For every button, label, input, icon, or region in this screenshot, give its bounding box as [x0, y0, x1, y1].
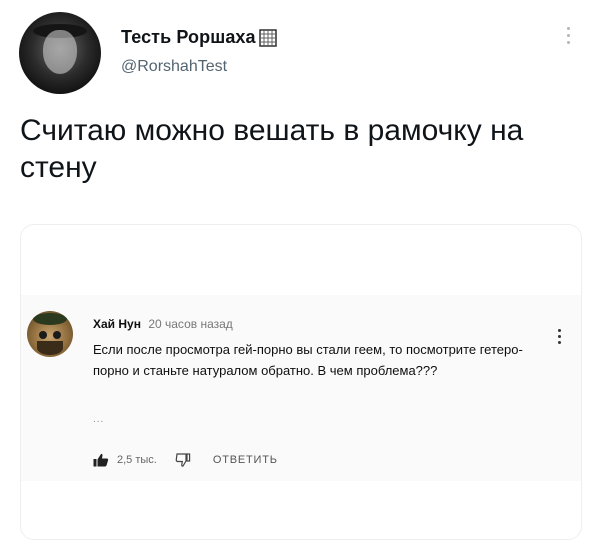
- more-icon[interactable]: [565, 27, 571, 47]
- comment-text: Если после просмотра гей-порно вы стали …: [93, 342, 523, 378]
- author-avatar[interactable]: [19, 12, 101, 94]
- reply-button: ОТВЕТИТЬ: [212, 454, 278, 466]
- commenter-avatar: [27, 311, 73, 357]
- commenter-hat-shape: [33, 313, 67, 325]
- embed-bottom-band: [21, 481, 581, 539]
- comment-time: 20 часов назад: [148, 317, 233, 331]
- thumbs-up-icon: [93, 453, 109, 467]
- comment-more-icon: [557, 329, 561, 345]
- author-name-text: Тесть Роршаха: [121, 27, 256, 47]
- tweet-text: Считаю можно вешать в рамочку на стену: [20, 114, 524, 184]
- commenter-name: Хай Нун: [93, 317, 141, 331]
- embed-top-band: [21, 225, 581, 295]
- comment-actions: 2,5 тыс. ОТВЕТИТЬ: [93, 453, 278, 467]
- avatar-mask-shape: [43, 30, 77, 74]
- thumbs-down-icon: [175, 453, 191, 467]
- author-name[interactable]: Тесть Роршаха: [121, 27, 277, 48]
- author-handle[interactable]: @RorshahTest: [121, 58, 227, 76]
- commenter-eye-right: [53, 331, 61, 339]
- comment-ellipsis: ...: [93, 414, 105, 425]
- commenter-eye-left: [39, 331, 47, 339]
- like-count: 2,5 тыс.: [117, 454, 157, 466]
- waffle-flag-icon: [258, 28, 277, 47]
- embedded-image[interactable]: Хай Нун 20 часов назад Если после просмо…: [20, 224, 582, 540]
- comment-header: Хай Нун 20 часов назад: [93, 317, 233, 331]
- commenter-beard-shape: [37, 341, 63, 355]
